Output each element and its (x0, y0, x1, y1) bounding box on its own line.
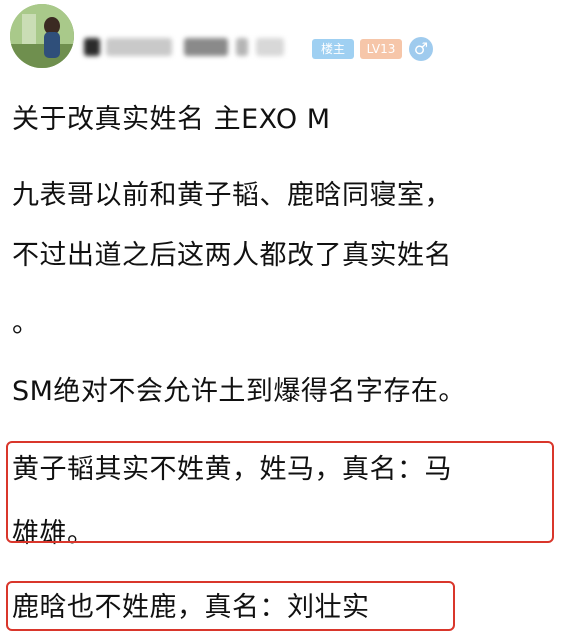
host-badge: 楼主 (312, 39, 354, 59)
post-text-line: 。 (12, 308, 40, 339)
post-header: 楼主 LV13 ♂ (0, 0, 571, 86)
post-text-line: 九表哥以前和黄子韬、鹿晗同寝室， (12, 180, 452, 211)
avatar[interactable] (10, 4, 74, 68)
username-blur (236, 38, 248, 56)
highlight-box (6, 581, 455, 631)
username-blur (256, 38, 284, 56)
post-text-line: 不过出道之后这两人都改了真实姓名 (12, 240, 452, 271)
username-blur (84, 38, 100, 56)
post-text-line: 关于改真实姓名 主EXO M (12, 104, 331, 135)
highlight-box (6, 441, 554, 543)
username-blur (184, 38, 228, 56)
male-gender-icon: ♂ (409, 37, 433, 61)
username-blur (106, 38, 172, 56)
avatar-photo-icon (10, 4, 74, 68)
level-badge: LV13 (360, 39, 402, 59)
post-text-line: SM绝对不会允许土到爆得名字存在。 (12, 376, 466, 407)
